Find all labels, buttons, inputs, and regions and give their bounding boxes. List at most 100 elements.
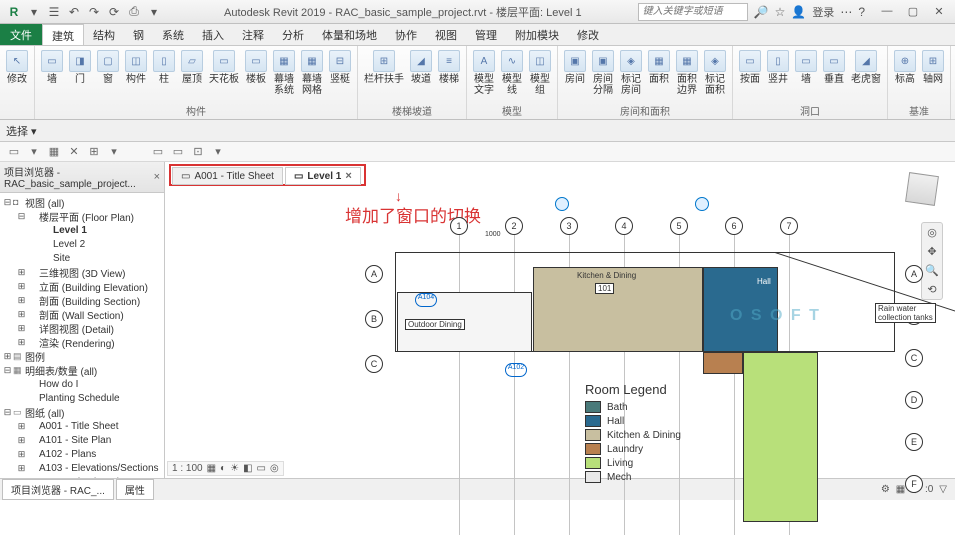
ribbon-button[interactable]: ⊞轴网 (920, 48, 946, 102)
tree-item[interactable]: ⊞剖面 (Building Section) (0, 293, 164, 307)
ribbon-button[interactable]: ▭天花板 (207, 48, 241, 102)
favorite-icon[interactable]: ☆ (775, 5, 786, 19)
search-input[interactable] (638, 3, 748, 21)
ribbon-button[interactable]: ⊟竖梃 (327, 48, 353, 102)
vc-icon[interactable]: ▾ (210, 144, 226, 160)
ribbon-button[interactable]: ◫模型 组 (527, 48, 553, 102)
file-menu[interactable]: 文件 (0, 24, 42, 45)
scale-label[interactable]: 1 : 100 (172, 463, 203, 474)
ribbon-tab[interactable]: 系统 (153, 24, 193, 45)
vc-icon[interactable]: ▭ (150, 144, 166, 160)
tree-item[interactable]: Level 2 (0, 237, 164, 251)
ribbon-button[interactable]: ⊞栏杆扶手 (362, 48, 406, 102)
grid-bubble[interactable]: 4 (615, 217, 633, 235)
ribbon-tab[interactable]: 分析 (273, 24, 313, 45)
ribbon-button[interactable]: ▯竖井 (765, 48, 791, 102)
ribbon-button[interactable]: ▭垂直 (821, 48, 847, 102)
ribbon-button[interactable]: ◢坡道 (408, 48, 434, 102)
grid-bubble[interactable]: 1 (450, 217, 468, 235)
ribbon-button[interactable]: ∿模型 线 (499, 48, 525, 102)
ribbon-tab[interactable]: 插入 (193, 24, 233, 45)
vc-icon[interactable]: ⊡ (190, 144, 206, 160)
tree-item[interactable]: ⊟◘视图 (all) (0, 195, 164, 209)
vc-icon[interactable]: ⊞ (86, 144, 102, 160)
grid-bubble[interactable]: C (365, 355, 383, 373)
app-icon[interactable]: R (6, 4, 22, 20)
ribbon-button[interactable]: ▦面积 边界 (674, 48, 700, 102)
close-icon[interactable]: ✕ (927, 5, 951, 18)
grid-bubble[interactable]: 2 (505, 217, 523, 235)
vc-shadow-icon[interactable]: ◧ (243, 463, 252, 474)
status-tab[interactable]: 项目浏览器 - RAC_... (2, 479, 114, 500)
grid-bubble[interactable]: B (365, 310, 383, 328)
ribbon-button[interactable]: ◈标记 房间 (618, 48, 644, 102)
view-control-strip[interactable]: 1 : 100 ▦ ◐ ☀ ◧ ▭ ◎ (167, 461, 284, 476)
qat-undo-icon[interactable]: ↶ (66, 4, 82, 20)
ribbon-button[interactable]: ▭按面 (737, 48, 763, 102)
status-tab[interactable]: 属性 (116, 479, 154, 500)
tree-item[interactable]: ⊞渲染 (Rendering) (0, 335, 164, 349)
ribbon-button[interactable]: ≡楼梯 (436, 48, 462, 102)
ribbon-tab[interactable]: 结构 (84, 24, 124, 45)
vc-detail-icon[interactable]: ▦ (207, 463, 216, 474)
ribbon-button[interactable]: ▭楼板 (243, 48, 269, 102)
vc-visual-icon[interactable]: ◐ (220, 463, 226, 474)
grid-bubble[interactable]: 5 (670, 217, 688, 235)
ribbon-tab[interactable]: 附加模块 (506, 24, 568, 45)
tree-item[interactable]: ⊞A104 - Elev./Sec./Det. (0, 475, 164, 478)
qat-redo-icon[interactable]: ↷ (86, 4, 102, 20)
vc-icon[interactable]: ▦ (46, 144, 62, 160)
ribbon-tab[interactable]: 视图 (426, 24, 466, 45)
tree-item[interactable]: ⊞剖面 (Wall Section) (0, 307, 164, 321)
grid-bubble[interactable]: A (905, 265, 923, 283)
ribbon-tab[interactable]: 钢 (124, 24, 153, 45)
ribbon-button[interactable]: ⊕标高 (892, 48, 918, 102)
qat-open-icon[interactable]: ▾ (26, 4, 42, 20)
document-tab[interactable]: ▭Level 1× (285, 167, 361, 185)
grid-bubble[interactable]: 7 (780, 217, 798, 235)
qat-sync-icon[interactable]: ⟳ (106, 4, 122, 20)
tree-item[interactable]: How do I (0, 377, 164, 391)
infocenter-icon[interactable]: 🔎 (754, 5, 769, 19)
grid-bubble[interactable]: E (905, 433, 923, 451)
signin-label[interactable]: 登录 (812, 4, 834, 20)
document-tab[interactable]: ▭A001 - Title Sheet (172, 167, 283, 185)
qat-more-icon[interactable]: ▾ (146, 4, 162, 20)
tree-item[interactable]: ⊞▤图例 (0, 349, 164, 363)
section-marker[interactable] (555, 197, 569, 211)
ribbon-tab[interactable]: 体量和场地 (313, 24, 386, 45)
grid-bubble[interactable]: 6 (725, 217, 743, 235)
ribbon-button[interactable]: ▱屋顶 (179, 48, 205, 102)
ribbon-tab[interactable]: 管理 (466, 24, 506, 45)
browser-tree[interactable]: ⊟◘视图 (all)⊟楼层平面 (Floor Plan)Level 1Level… (0, 193, 164, 478)
ribbon-button[interactable]: ▭墙 (39, 48, 65, 102)
browser-close-icon[interactable]: × (154, 171, 160, 183)
ribbon-button[interactable]: A模型 文字 (471, 48, 497, 102)
grid-bubble[interactable]: F (905, 475, 923, 493)
ribbon-button[interactable]: ◨门 (67, 48, 93, 102)
tree-item[interactable]: ⊞A102 - Plans (0, 447, 164, 461)
ribbon-button[interactable]: ▢窗 (95, 48, 121, 102)
tree-item[interactable]: ⊟▭图纸 (all) (0, 405, 164, 419)
vc-icon[interactable]: ✕ (66, 144, 82, 160)
vc-icon[interactable]: ▭ (170, 144, 186, 160)
ribbon-button[interactable]: ◢老虎窗 (849, 48, 883, 102)
tree-item[interactable]: ⊞三维视图 (3D View) (0, 265, 164, 279)
select-dropdown[interactable]: 选择 ▾ (6, 123, 37, 139)
ribbon-button[interactable]: ▦幕墙 网格 (299, 48, 325, 102)
ribbon-button[interactable]: ▯柱 (151, 48, 177, 102)
tree-item[interactable]: ⊞立面 (Building Elevation) (0, 279, 164, 293)
ribbon-button[interactable]: ▭墙 (793, 48, 819, 102)
tree-item[interactable]: ⊞详图视图 (Detail) (0, 321, 164, 335)
vc-crop-icon[interactable]: ▭ (257, 463, 266, 474)
minimize-icon[interactable]: — (875, 5, 899, 18)
ribbon-button[interactable]: ◈标记 面积 (702, 48, 728, 102)
tree-item[interactable]: ⊟楼层平面 (Floor Plan) (0, 209, 164, 223)
ribbon-tab[interactable]: 建筑 (42, 24, 84, 45)
ribbon-button[interactable]: ▦面积 (646, 48, 672, 102)
tree-item[interactable]: ⊟▦明细表/数量 (all) (0, 363, 164, 377)
drawing-canvas[interactable]: ▭A001 - Title Sheet▭Level 1× ↓ 增加了窗口的切换 … (165, 162, 955, 478)
qat-save-icon[interactable]: ☰ (46, 4, 62, 20)
tree-item[interactable]: Site (0, 251, 164, 265)
ribbon-tab[interactable]: 协作 (386, 24, 426, 45)
